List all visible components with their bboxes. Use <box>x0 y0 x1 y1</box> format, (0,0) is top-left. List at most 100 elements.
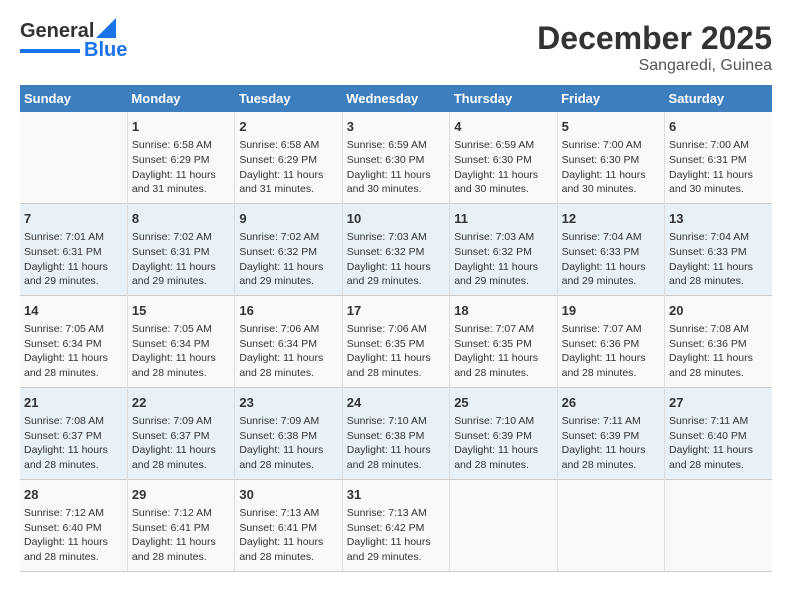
logo-underline <box>20 49 80 53</box>
calendar-cell: 30 Sunrise: 7:13 AMSunset: 6:41 PMDayligh… <box>235 479 342 571</box>
calendar-cell <box>665 479 772 571</box>
calendar-cell: 20 Sunrise: 7:08 AMSunset: 6:36 PMDayligh… <box>665 295 772 387</box>
week-row-4: 21 Sunrise: 7:08 AMSunset: 6:37 PMDayligh… <box>20 387 772 479</box>
day-info: Sunrise: 7:03 AMSunset: 6:32 PMDaylight:… <box>454 230 552 289</box>
day-info: Sunrise: 7:13 AMSunset: 6:41 PMDaylight:… <box>239 506 337 565</box>
day-info: Sunrise: 7:00 AMSunset: 6:31 PMDaylight:… <box>669 138 768 197</box>
day-info: Sunrise: 7:09 AMSunset: 6:38 PMDaylight:… <box>239 414 337 473</box>
calendar-cell: 3Sunrise: 6:59 AMSunset: 6:30 PMDaylight… <box>342 112 449 203</box>
logo-arrow-icon <box>96 18 116 38</box>
day-number: 19 <box>562 302 660 320</box>
header-thursday: Thursday <box>450 85 557 112</box>
header-wednesday: Wednesday <box>342 85 449 112</box>
day-info: Sunrise: 7:02 AMSunset: 6:31 PMDaylight:… <box>132 230 230 289</box>
calendar-cell: 27 Sunrise: 7:11 AMSunset: 6:40 PMDayligh… <box>665 387 772 479</box>
day-number: 11 <box>454 210 552 228</box>
day-number: 12 <box>562 210 660 228</box>
day-info: Sunrise: 6:58 AMSunset: 6:29 PMDaylight:… <box>132 138 230 197</box>
calendar-cell: 12 Sunrise: 7:04 AMSunset: 6:33 PMDayligh… <box>557 203 664 295</box>
day-info: Sunrise: 7:13 AMSunset: 6:42 PMDaylight:… <box>347 506 445 565</box>
day-number: 14 <box>24 302 123 320</box>
day-info: Sunrise: 7:08 AMSunset: 6:36 PMDaylight:… <box>669 322 768 381</box>
header-saturday: Saturday <box>665 85 772 112</box>
calendar-cell: 16Sunrise: 7:06 AMSunset: 6:34 PMDayligh… <box>235 295 342 387</box>
calendar-cell: 2 Sunrise: 6:58 AMSunset: 6:29 PMDaylight… <box>235 112 342 203</box>
day-info: Sunrise: 6:58 AMSunset: 6:29 PMDaylight:… <box>239 138 337 197</box>
header-monday: Monday <box>127 85 234 112</box>
day-number: 2 <box>239 118 337 136</box>
calendar-cell: 6 Sunrise: 7:00 AMSunset: 6:31 PMDaylight… <box>665 112 772 203</box>
page-title: December 2025 <box>537 20 772 57</box>
day-number: 27 <box>669 394 768 412</box>
day-info: Sunrise: 7:07 AMSunset: 6:35 PMDaylight:… <box>454 322 552 381</box>
calendar-cell: 14Sunrise: 7:05 AMSunset: 6:34 PMDayligh… <box>20 295 127 387</box>
calendar-cell: 26 Sunrise: 7:11 AMSunset: 6:39 PMDayligh… <box>557 387 664 479</box>
calendar-cell: 13Sunrise: 7:04 AMSunset: 6:33 PMDayligh… <box>665 203 772 295</box>
day-number: 5 <box>562 118 660 136</box>
day-info: Sunrise: 7:10 AMSunset: 6:39 PMDaylight:… <box>454 414 552 473</box>
title-block: December 2025 Sangaredi, Guinea <box>537 20 772 75</box>
day-info: Sunrise: 7:08 AMSunset: 6:37 PMDaylight:… <box>24 414 123 473</box>
day-number: 31 <box>347 486 445 504</box>
day-info: Sunrise: 7:06 AMSunset: 6:34 PMDaylight:… <box>239 322 337 381</box>
day-number: 8 <box>132 210 230 228</box>
day-number: 9 <box>239 210 337 228</box>
day-number: 23 <box>239 394 337 412</box>
week-row-3: 14Sunrise: 7:05 AMSunset: 6:34 PMDayligh… <box>20 295 772 387</box>
page-header: General Blue December 2025 Sangaredi, Gu… <box>20 20 772 75</box>
day-info: Sunrise: 7:00 AMSunset: 6:30 PMDaylight:… <box>562 138 660 197</box>
day-info: Sunrise: 6:59 AMSunset: 6:30 PMDaylight:… <box>454 138 552 197</box>
calendar-cell: 24Sunrise: 7:10 AMSunset: 6:38 PMDayligh… <box>342 387 449 479</box>
calendar-cell: 25 Sunrise: 7:10 AMSunset: 6:39 PMDayligh… <box>450 387 557 479</box>
day-info: Sunrise: 7:12 AMSunset: 6:40 PMDaylight:… <box>24 506 123 565</box>
calendar-cell: 22Sunrise: 7:09 AMSunset: 6:37 PMDayligh… <box>127 387 234 479</box>
calendar-cell: 10 Sunrise: 7:03 AMSunset: 6:32 PMDayligh… <box>342 203 449 295</box>
logo: General Blue <box>20 20 127 62</box>
calendar-cell: 9 Sunrise: 7:02 AMSunset: 6:32 PMDaylight… <box>235 203 342 295</box>
day-number: 10 <box>347 210 445 228</box>
calendar-header-row: SundayMondayTuesdayWednesdayThursdayFrid… <box>20 85 772 112</box>
day-info: Sunrise: 7:09 AMSunset: 6:37 PMDaylight:… <box>132 414 230 473</box>
page-subtitle: Sangaredi, Guinea <box>537 57 772 75</box>
day-info: Sunrise: 7:07 AMSunset: 6:36 PMDaylight:… <box>562 322 660 381</box>
day-number: 21 <box>24 394 123 412</box>
day-number: 15 <box>132 302 230 320</box>
header-sunday: Sunday <box>20 85 127 112</box>
calendar-cell: 23 Sunrise: 7:09 AMSunset: 6:38 PMDayligh… <box>235 387 342 479</box>
day-info: Sunrise: 7:04 AMSunset: 6:33 PMDaylight:… <box>562 230 660 289</box>
calendar-cell: 1 Sunrise: 6:58 AMSunset: 6:29 PMDaylight… <box>127 112 234 203</box>
day-info: Sunrise: 7:06 AMSunset: 6:35 PMDaylight:… <box>347 322 445 381</box>
calendar-cell: 31 Sunrise: 7:13 AMSunset: 6:42 PMDayligh… <box>342 479 449 571</box>
calendar-table: SundayMondayTuesdayWednesdayThursdayFrid… <box>20 85 772 572</box>
calendar-cell: 5 Sunrise: 7:00 AMSunset: 6:30 PMDaylight… <box>557 112 664 203</box>
calendar-cell <box>450 479 557 571</box>
calendar-cell: 7Sunrise: 7:01 AMSunset: 6:31 PMDaylight… <box>20 203 127 295</box>
day-number: 29 <box>132 486 230 504</box>
day-info: Sunrise: 7:11 AMSunset: 6:40 PMDaylight:… <box>669 414 768 473</box>
day-info: Sunrise: 7:02 AMSunset: 6:32 PMDaylight:… <box>239 230 337 289</box>
calendar-cell <box>557 479 664 571</box>
day-number: 20 <box>669 302 768 320</box>
day-number: 24 <box>347 394 445 412</box>
day-number: 4 <box>454 118 552 136</box>
day-info: Sunrise: 6:59 AMSunset: 6:30 PMDaylight:… <box>347 138 445 197</box>
calendar-cell: 28 Sunrise: 7:12 AMSunset: 6:40 PMDayligh… <box>20 479 127 571</box>
day-number: 1 <box>132 118 230 136</box>
day-info: Sunrise: 7:03 AMSunset: 6:32 PMDaylight:… <box>347 230 445 289</box>
calendar-cell: 4 Sunrise: 6:59 AMSunset: 6:30 PMDaylight… <box>450 112 557 203</box>
day-number: 28 <box>24 486 123 504</box>
day-number: 26 <box>562 394 660 412</box>
day-info: Sunrise: 7:01 AMSunset: 6:31 PMDaylight:… <box>24 230 123 289</box>
calendar-cell: 8 Sunrise: 7:02 AMSunset: 6:31 PMDaylight… <box>127 203 234 295</box>
calendar-cell: 19 Sunrise: 7:07 AMSunset: 6:36 PMDayligh… <box>557 295 664 387</box>
calendar-cell: 18 Sunrise: 7:07 AMSunset: 6:35 PMDayligh… <box>450 295 557 387</box>
day-number: 18 <box>454 302 552 320</box>
calendar-cell <box>20 112 127 203</box>
day-number: 30 <box>239 486 337 504</box>
day-number: 6 <box>669 118 768 136</box>
day-number: 25 <box>454 394 552 412</box>
day-info: Sunrise: 7:12 AMSunset: 6:41 PMDaylight:… <box>132 506 230 565</box>
day-info: Sunrise: 7:11 AMSunset: 6:39 PMDaylight:… <box>562 414 660 473</box>
week-row-2: 7Sunrise: 7:01 AMSunset: 6:31 PMDaylight… <box>20 203 772 295</box>
calendar-cell: 15Sunrise: 7:05 AMSunset: 6:34 PMDayligh… <box>127 295 234 387</box>
